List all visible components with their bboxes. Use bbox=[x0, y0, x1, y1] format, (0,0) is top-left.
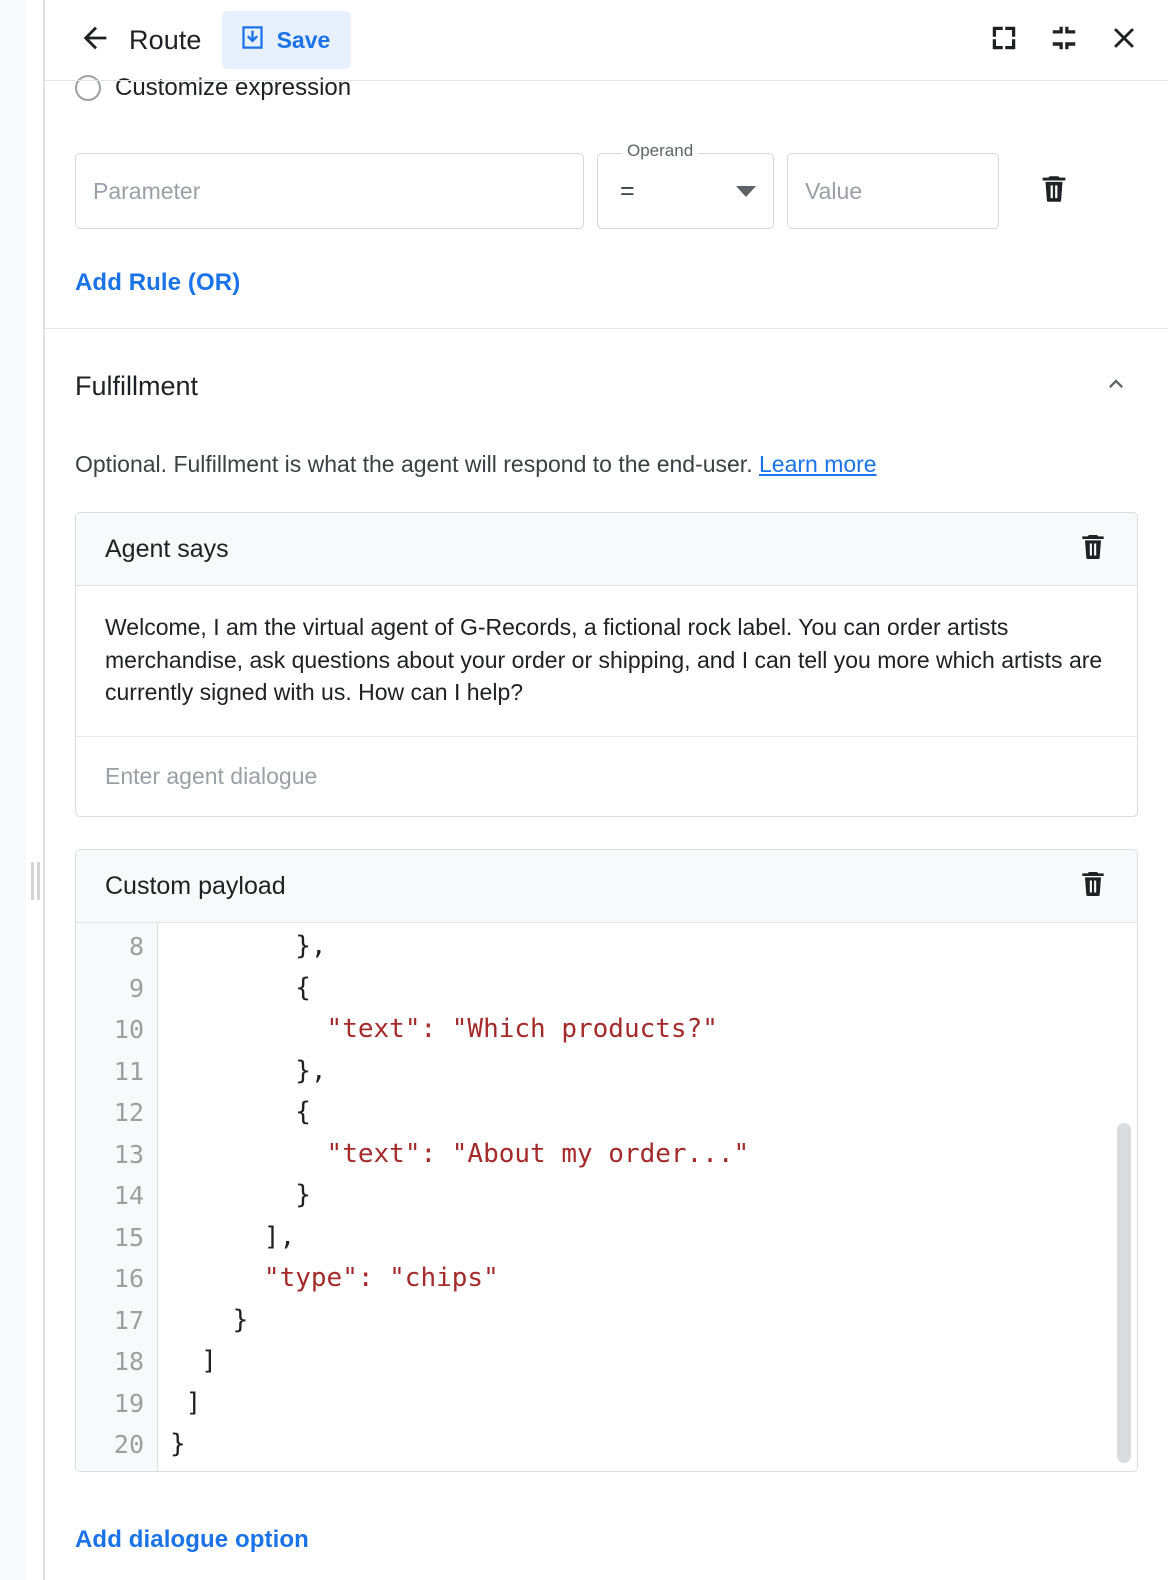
save-icon bbox=[239, 24, 266, 57]
left-rail-strip bbox=[0, 0, 26, 1580]
code-line-number: 18 bbox=[76, 1341, 157, 1383]
code-line-number: 10 bbox=[76, 1009, 157, 1051]
value-placeholder: Value bbox=[805, 178, 862, 205]
code-line: "type": "chips" bbox=[158, 1258, 1137, 1300]
code-line: "text": "Which products?" bbox=[158, 1009, 1137, 1051]
code-line-number: 11 bbox=[76, 1051, 157, 1093]
delete-rule-button[interactable] bbox=[1031, 153, 1077, 229]
operand-selected-value: = bbox=[620, 177, 736, 206]
code-line-number: 20 bbox=[76, 1424, 157, 1466]
back-button[interactable] bbox=[75, 20, 115, 60]
fulfillment-header[interactable]: Fulfillment bbox=[75, 357, 1138, 415]
custom-payload-card: Custom payload 891011121314151617181920 … bbox=[75, 849, 1138, 1472]
resize-grip-bar bbox=[31, 862, 34, 900]
code-line-number: 16 bbox=[76, 1258, 157, 1300]
code-scrollbar-thumb[interactable] bbox=[1117, 1123, 1131, 1463]
code-string-token: "text": "Which products?" bbox=[327, 1014, 718, 1044]
code-line-numbers: 891011121314151617181920 bbox=[76, 923, 158, 1471]
trash-icon bbox=[1077, 531, 1109, 568]
code-line: ] bbox=[158, 1341, 1137, 1383]
panel-header: Route Save bbox=[45, 0, 1168, 81]
parameter-placeholder: Parameter bbox=[93, 178, 200, 205]
value-input[interactable]: Value bbox=[787, 153, 999, 229]
code-line: { bbox=[158, 1092, 1137, 1134]
code-line-number: 13 bbox=[76, 1134, 157, 1176]
code-line-number: 8 bbox=[76, 926, 157, 968]
route-panel: Route Save bbox=[45, 0, 1168, 1580]
learn-more-link[interactable]: Learn more bbox=[759, 451, 877, 477]
arrow-left-icon bbox=[78, 21, 112, 60]
trash-icon bbox=[1077, 868, 1109, 905]
delete-agent-says-button[interactable] bbox=[1071, 527, 1115, 571]
resize-grip-bar bbox=[37, 862, 40, 900]
agent-says-message[interactable]: Welcome, I am the virtual agent of G-Rec… bbox=[76, 586, 1137, 737]
route-condition-section: Customize expression Parameter Operand =… bbox=[45, 71, 1168, 329]
code-line-number: 19 bbox=[76, 1383, 157, 1425]
operand-legend-label: Operand bbox=[622, 142, 698, 159]
code-line-number: 15 bbox=[76, 1217, 157, 1259]
code-content[interactable]: }, { "text": "Which products?" }, { "tex… bbox=[158, 923, 1137, 1471]
condition-rule-row: Parameter Operand = Value bbox=[75, 153, 1138, 229]
fulfillment-description-text: Optional. Fulfillment is what the agent … bbox=[75, 451, 759, 477]
code-line-number: 9 bbox=[76, 968, 157, 1010]
collapse-fullscreen-button[interactable] bbox=[1042, 18, 1086, 62]
add-rule-or-link[interactable]: Add Rule (OR) bbox=[75, 269, 240, 297]
code-line: }, bbox=[158, 1051, 1137, 1093]
custom-payload-card-header: Custom payload bbox=[76, 850, 1137, 923]
agent-says-card: Agent says Welcome, I am the virtual age… bbox=[75, 512, 1138, 817]
fulfillment-collapse-button[interactable] bbox=[1094, 364, 1138, 408]
left-rail-gap bbox=[26, 0, 44, 1580]
code-line: "text": "About my order..." bbox=[158, 1134, 1137, 1176]
collapse-fullscreen-icon bbox=[1049, 23, 1079, 58]
panel-resize-handle[interactable] bbox=[29, 862, 41, 900]
expand-fullscreen-icon bbox=[989, 23, 1019, 58]
page-title: Route bbox=[129, 25, 202, 56]
chevron-down-icon bbox=[736, 186, 756, 197]
code-line: ], bbox=[158, 1217, 1137, 1259]
operand-select[interactable]: Operand = bbox=[597, 153, 774, 229]
code-line: } bbox=[158, 1424, 1137, 1466]
code-line: ] bbox=[158, 1383, 1137, 1425]
code-line: } bbox=[158, 1175, 1137, 1217]
save-button[interactable]: Save bbox=[222, 11, 352, 69]
code-string-token: "text": "About my order..." bbox=[327, 1139, 750, 1169]
delete-custom-payload-button[interactable] bbox=[1071, 864, 1115, 908]
code-line-number: 12 bbox=[76, 1092, 157, 1134]
chevron-up-icon bbox=[1102, 370, 1130, 403]
code-line-number: 14 bbox=[76, 1175, 157, 1217]
agent-dialogue-input[interactable]: Enter agent dialogue bbox=[76, 737, 1137, 816]
close-icon bbox=[1107, 21, 1141, 60]
route-panel-screen: Route Save bbox=[0, 0, 1168, 1580]
fulfillment-description: Optional. Fulfillment is what the agent … bbox=[75, 449, 1138, 480]
save-button-label: Save bbox=[277, 27, 331, 54]
agent-says-card-header: Agent says bbox=[76, 513, 1137, 586]
custom-payload-title: Custom payload bbox=[105, 872, 1071, 901]
code-line: { bbox=[158, 968, 1137, 1010]
close-button[interactable] bbox=[1102, 18, 1146, 62]
trash-icon bbox=[1037, 172, 1071, 211]
agent-says-title: Agent says bbox=[105, 535, 1071, 564]
code-line: }, bbox=[158, 926, 1137, 968]
code-string-token: "type": "chips" bbox=[264, 1263, 499, 1293]
fulfillment-title: Fulfillment bbox=[75, 371, 1094, 402]
code-line: } bbox=[158, 1300, 1137, 1342]
custom-payload-code-editor[interactable]: 891011121314151617181920 }, { "text": "W… bbox=[76, 923, 1137, 1471]
fulfillment-section: Fulfillment Optional. Fulfillment is wha… bbox=[45, 357, 1168, 1554]
parameter-input[interactable]: Parameter bbox=[75, 153, 584, 229]
expand-fullscreen-button[interactable] bbox=[982, 18, 1026, 62]
code-line-number: 17 bbox=[76, 1300, 157, 1342]
add-dialogue-option-link[interactable]: Add dialogue option bbox=[75, 1526, 309, 1554]
